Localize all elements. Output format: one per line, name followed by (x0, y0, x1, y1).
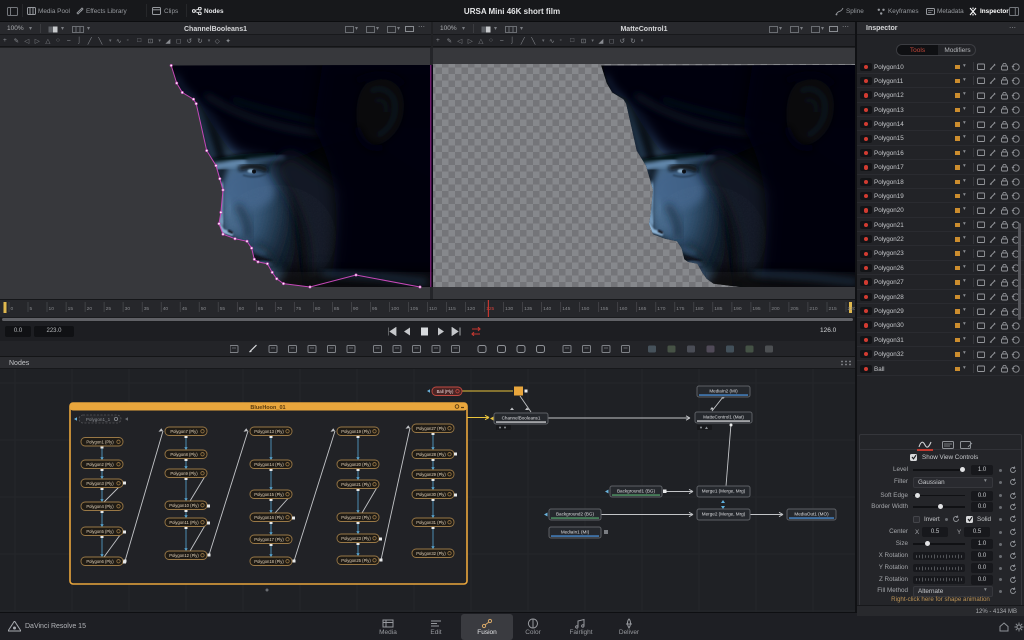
svg-text:Polygon4 (Ply): Polygon4 (Ply) (86, 504, 114, 509)
svg-text:105: 105 (410, 306, 418, 312)
svg-text:Polygon12 (Ply): Polygon12 (Ply) (169, 553, 199, 558)
svg-text:215: 215 (829, 306, 837, 312)
svg-text:Polygon1_1: Polygon1_1 (86, 417, 111, 422)
svg-text:125: 125 (486, 306, 494, 312)
svg-text:50: 50 (201, 306, 207, 312)
svg-text:BlueHoon_01: BlueHoon_01 (250, 405, 285, 411)
svg-text:135: 135 (524, 306, 532, 312)
svg-text:Polygon27 (Ply): Polygon27 (Ply) (416, 426, 446, 431)
svg-text:95: 95 (372, 306, 378, 312)
svg-text:75: 75 (296, 306, 302, 312)
svg-text:Background1 (BG): Background1 (BG) (617, 489, 656, 494)
svg-text:0: 0 (11, 306, 14, 312)
svg-text:15: 15 (68, 306, 74, 312)
svg-text:155: 155 (600, 306, 608, 312)
svg-text:Polygon14 (Ply): Polygon14 (Ply) (254, 462, 284, 467)
svg-text:185: 185 (714, 306, 722, 312)
svg-text:Polygon18 (Ply): Polygon18 (Ply) (254, 559, 284, 564)
svg-text:25: 25 (106, 306, 112, 312)
svg-text:Polygon29 (Ply): Polygon29 (Ply) (416, 472, 446, 477)
svg-text:Polygon22 (Ply): Polygon22 (Ply) (341, 515, 371, 520)
svg-text:80: 80 (315, 306, 321, 312)
svg-text:100: 100 (391, 306, 399, 312)
svg-text:Polygon3 (Ply): Polygon3 (Ply) (86, 481, 114, 486)
svg-text:40: 40 (163, 306, 169, 312)
svg-text:Polygon21 (Ply): Polygon21 (Ply) (341, 482, 371, 487)
svg-text:5: 5 (30, 306, 33, 312)
svg-text:45: 45 (182, 306, 188, 312)
svg-text:30: 30 (125, 306, 131, 312)
svg-text:150: 150 (581, 306, 589, 312)
svg-text:Polygon23 (Ply): Polygon23 (Ply) (341, 536, 371, 541)
svg-text:MediaOut1 (MO): MediaOut1 (MO) (794, 512, 829, 517)
svg-text:200: 200 (771, 306, 779, 312)
svg-text:Polygon31 (Ply): Polygon31 (Ply) (416, 520, 446, 525)
svg-text:Polygon28 (Ply): Polygon28 (Ply) (416, 452, 446, 457)
svg-text:Polygon32 (Ply): Polygon32 (Ply) (416, 551, 446, 556)
svg-text:110: 110 (429, 306, 437, 312)
svg-text:Polygon6 (Ply): Polygon6 (Ply) (86, 559, 114, 564)
svg-text:Polygon8 (Ply): Polygon8 (Ply) (170, 452, 198, 457)
svg-text:Polygon5 (Ply): Polygon5 (Ply) (86, 529, 114, 534)
svg-text:Polygon30 (Ply): Polygon30 (Ply) (416, 492, 446, 497)
svg-text:65: 65 (258, 306, 264, 312)
svg-text:Polygon25 (Ply): Polygon25 (Ply) (341, 558, 371, 563)
svg-text:35: 35 (144, 306, 150, 312)
svg-text:Background2 (BG): Background2 (BG) (556, 512, 595, 517)
svg-text:10: 10 (49, 306, 55, 312)
svg-text:MatteControl1 (Mat): MatteControl1 (Mat) (703, 415, 744, 420)
svg-text:Polygon17 (Ply): Polygon17 (Ply) (254, 537, 284, 542)
svg-text:170: 170 (657, 306, 665, 312)
svg-text:165: 165 (638, 306, 646, 312)
svg-text:Polygon13 (Ply): Polygon13 (Ply) (254, 429, 284, 434)
svg-text:130: 130 (505, 306, 513, 312)
svg-text:55: 55 (220, 306, 226, 312)
svg-text:Polygon9 (Ply): Polygon9 (Ply) (170, 471, 198, 476)
svg-text:MediaIn2 (MI): MediaIn2 (MI) (709, 389, 738, 394)
svg-text:180: 180 (695, 306, 703, 312)
svg-text:Polygon10 (Ply): Polygon10 (Ply) (169, 503, 199, 508)
svg-text:MediaIn1 (MI): MediaIn1 (MI) (561, 530, 590, 535)
svg-text:60: 60 (239, 306, 245, 312)
svg-text:205: 205 (790, 306, 798, 312)
svg-text:Polygon15 (Ply): Polygon15 (Ply) (254, 492, 284, 497)
svg-text:175: 175 (676, 306, 684, 312)
svg-text:Polygon1 (Ply): Polygon1 (Ply) (86, 440, 114, 445)
svg-text:Polygon16 (Ply): Polygon16 (Ply) (254, 515, 284, 520)
svg-text:Merge1 (Merge, Mrg): Merge1 (Merge, Mrg) (702, 489, 746, 494)
svg-text:115: 115 (448, 306, 456, 312)
svg-text:145: 145 (562, 306, 570, 312)
svg-text:190: 190 (733, 306, 741, 312)
svg-text:Polygon7 (Ply): Polygon7 (Ply) (170, 429, 198, 434)
svg-text:ChannelBooleans1: ChannelBooleans1 (502, 416, 541, 421)
svg-text:Ball (Ply): Ball (Ply) (437, 389, 454, 394)
svg-text:160: 160 (619, 306, 627, 312)
svg-text:70: 70 (277, 306, 283, 312)
svg-text:195: 195 (752, 306, 760, 312)
svg-text:Polygon19 (Ply): Polygon19 (Ply) (341, 429, 371, 434)
svg-text:Merge2 (Merge, Mrg): Merge2 (Merge, Mrg) (702, 512, 746, 517)
svg-text:220: 220 (848, 306, 856, 312)
svg-text:Polygon2 (Ply): Polygon2 (Ply) (86, 462, 114, 467)
svg-text:20: 20 (87, 306, 93, 312)
svg-text:120: 120 (467, 306, 475, 312)
svg-text:90: 90 (353, 306, 359, 312)
svg-text:Polygon20 (Ply): Polygon20 (Ply) (341, 462, 371, 467)
svg-text:85: 85 (334, 306, 340, 312)
svg-text:140: 140 (543, 306, 551, 312)
svg-text:Polygon11 (Ply): Polygon11 (Ply) (169, 520, 199, 525)
svg-text:210: 210 (809, 306, 817, 312)
